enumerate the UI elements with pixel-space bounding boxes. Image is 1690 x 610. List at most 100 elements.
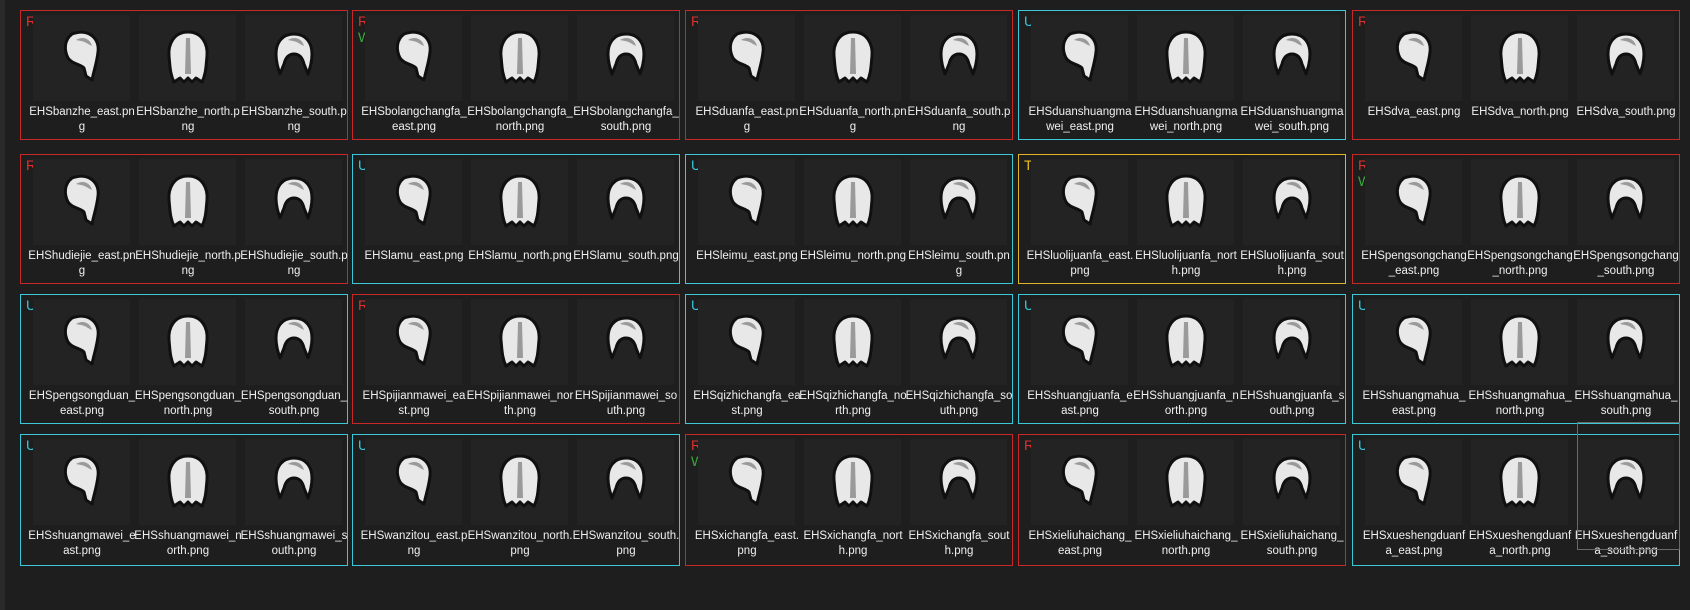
file-name-label[interactable]: EHSdva_north.png	[1466, 105, 1574, 120]
file-name-label[interactable]: EHSlamu_east.png	[360, 249, 468, 264]
file-thumbnail[interactable]	[139, 439, 236, 525]
file-name-label[interactable]: EHSbolangchangfa_north.png	[466, 105, 574, 135]
file-thumbnail[interactable]	[365, 15, 462, 101]
file-thumbnail[interactable]	[139, 299, 236, 385]
file-thumbnail[interactable]	[698, 439, 795, 525]
file-thumbnail[interactable]	[245, 15, 342, 101]
file-name-label[interactable]: EHSshuangjuanfa_east.png	[1026, 389, 1134, 419]
file-name-label[interactable]: EHShudiejie_south.png	[240, 249, 348, 279]
file-name-label[interactable]: EHShudiejie_east.png	[28, 249, 136, 279]
file-name-label[interactable]: EHSlamu_south.png	[572, 249, 680, 264]
file-name-label[interactable]: EHSleimu_east.png	[693, 249, 801, 264]
file-name-label[interactable]: EHSxichangfa_north.png	[799, 529, 907, 559]
file-name-label[interactable]: EHSbolangchangfa_east.png	[360, 105, 468, 135]
file-thumbnail[interactable]	[1137, 15, 1234, 101]
file-thumbnail[interactable]	[577, 15, 674, 101]
file-thumbnail[interactable]	[1577, 299, 1674, 385]
file-name-label[interactable]: EHSpengsongchang_south.png	[1572, 249, 1680, 279]
file-name-label[interactable]: EHSwanzitou_south.png	[572, 529, 680, 559]
file-thumbnail[interactable]	[577, 299, 674, 385]
file-name-label[interactable]: EHSbanzhe_north.png	[134, 105, 242, 135]
file-thumbnail[interactable]	[1471, 299, 1568, 385]
file-name-label[interactable]: EHSxieliuhaichang_south.png	[1238, 529, 1346, 559]
file-thumbnail[interactable]	[33, 159, 130, 245]
file-name-label[interactable]: EHSbanzhe_east.png	[28, 105, 136, 135]
file-name-label[interactable]: EHSshuangmahua_east.png	[1360, 389, 1468, 419]
file-thumbnail[interactable]	[804, 439, 901, 525]
file-thumbnail[interactable]	[471, 439, 568, 525]
file-thumbnail[interactable]	[1577, 15, 1674, 101]
file-thumbnail[interactable]	[1031, 439, 1128, 525]
file-thumbnail[interactable]	[1031, 299, 1128, 385]
file-thumbnail[interactable]	[910, 439, 1007, 525]
file-thumbnail[interactable]	[1365, 15, 1462, 101]
file-name-label[interactable]: EHSluolijuanfa_south.png	[1238, 249, 1346, 279]
file-name-label[interactable]: EHSshuangjuanfa_north.png	[1132, 389, 1240, 419]
file-thumbnail[interactable]	[139, 15, 236, 101]
file-name-label[interactable]: EHSshuangmawei_south.png	[240, 529, 348, 559]
file-thumbnail[interactable]	[1243, 299, 1340, 385]
file-name-label[interactable]: EHSxueshengduanfa_east.png	[1360, 529, 1468, 559]
file-thumbnail[interactable]	[471, 15, 568, 101]
file-name-label[interactable]: EHSpijianmawei_north.png	[466, 389, 574, 419]
file-thumbnail[interactable]	[577, 159, 674, 245]
file-name-label[interactable]: EHSbolangchangfa_south.png	[572, 105, 680, 135]
file-thumbnail[interactable]	[1031, 159, 1128, 245]
file-name-label[interactable]: EHSshuangjuanfa_south.png	[1238, 389, 1346, 419]
file-name-label[interactable]: EHSqizhichangfa_east.png	[693, 389, 801, 419]
file-thumbnail[interactable]	[577, 439, 674, 525]
file-thumbnail[interactable]	[245, 299, 342, 385]
file-thumbnail[interactable]	[471, 299, 568, 385]
file-thumbnail[interactable]	[804, 299, 901, 385]
file-name-label[interactable]: EHSxueshengduanfa_north.png	[1466, 529, 1574, 559]
file-thumbnail[interactable]	[698, 15, 795, 101]
file-thumbnail[interactable]	[1365, 299, 1462, 385]
file-name-label[interactable]: EHSxieliuhaichang_north.png	[1132, 529, 1240, 559]
file-name-label[interactable]: EHSwanzitou_east.png	[360, 529, 468, 559]
file-thumbnail[interactable]	[1577, 159, 1674, 245]
file-name-label[interactable]: EHSshuangmahua_south.png	[1572, 389, 1680, 419]
file-thumbnail[interactable]	[365, 439, 462, 525]
file-name-label[interactable]: EHSluolijuanfa_east.png	[1026, 249, 1134, 279]
file-thumbnail[interactable]	[1243, 159, 1340, 245]
file-name-label[interactable]: EHSxichangfa_south.png	[905, 529, 1013, 559]
file-thumbnail[interactable]	[910, 15, 1007, 101]
file-thumbnail[interactable]	[910, 299, 1007, 385]
file-thumbnail[interactable]	[245, 439, 342, 525]
file-name-label[interactable]: EHSduanfa_east.png	[693, 105, 801, 135]
file-thumbnail[interactable]	[1365, 159, 1462, 245]
file-name-label[interactable]: EHSdva_east.png	[1360, 105, 1468, 120]
file-name-label[interactable]: EHSpengsongchang_north.png	[1466, 249, 1574, 279]
file-thumbnail[interactable]	[139, 159, 236, 245]
file-name-label[interactable]: EHSpengsongduan_south.png	[240, 389, 348, 419]
file-name-label[interactable]: EHSluolijuanfa_north.png	[1132, 249, 1240, 279]
file-thumbnail[interactable]	[1471, 439, 1568, 525]
file-name-label[interactable]: EHSwanzitou_north.png	[466, 529, 574, 559]
file-name-label[interactable]: EHSduanshuangmawei_east.png	[1026, 105, 1134, 135]
file-thumbnail[interactable]	[698, 299, 795, 385]
file-thumbnail[interactable]	[1137, 439, 1234, 525]
file-name-label[interactable]: EHShudiejie_north.png	[134, 249, 242, 279]
file-name-label[interactable]: EHSpengsongchang_east.png	[1360, 249, 1468, 279]
file-thumbnail[interactable]	[1137, 159, 1234, 245]
file-name-label[interactable]: EHSduanshuangmawei_south.png	[1238, 105, 1346, 135]
file-name-label[interactable]: EHSxichangfa_east.png	[693, 529, 801, 559]
file-name-label[interactable]: EHSduanshuangmawei_north.png	[1132, 105, 1240, 135]
file-thumbnail[interactable]	[1365, 439, 1462, 525]
file-name-label[interactable]: EHSqizhichangfa_south.png	[905, 389, 1013, 419]
file-name-label[interactable]: EHSlamu_north.png	[466, 249, 574, 264]
file-name-label[interactable]: EHSshuangmawei_north.png	[134, 529, 242, 559]
file-thumbnail[interactable]	[365, 159, 462, 245]
file-name-label[interactable]: EHSqizhichangfa_north.png	[799, 389, 907, 419]
file-name-label[interactable]: EHSshuangmahua_north.png	[1466, 389, 1574, 419]
file-name-label[interactable]: EHSshuangmawei_east.png	[28, 529, 136, 559]
file-thumbnail[interactable]	[1243, 439, 1340, 525]
file-thumbnail[interactable]	[33, 439, 130, 525]
file-name-label[interactable]: EHSdva_south.png	[1572, 105, 1680, 120]
file-name-label[interactable]: EHSleimu_south.png	[905, 249, 1013, 279]
file-thumbnail[interactable]	[33, 299, 130, 385]
file-thumbnail[interactable]	[1031, 15, 1128, 101]
file-thumbnail[interactable]	[365, 299, 462, 385]
file-thumbnail[interactable]	[804, 159, 901, 245]
file-name-label[interactable]: EHSbanzhe_south.png	[240, 105, 348, 135]
